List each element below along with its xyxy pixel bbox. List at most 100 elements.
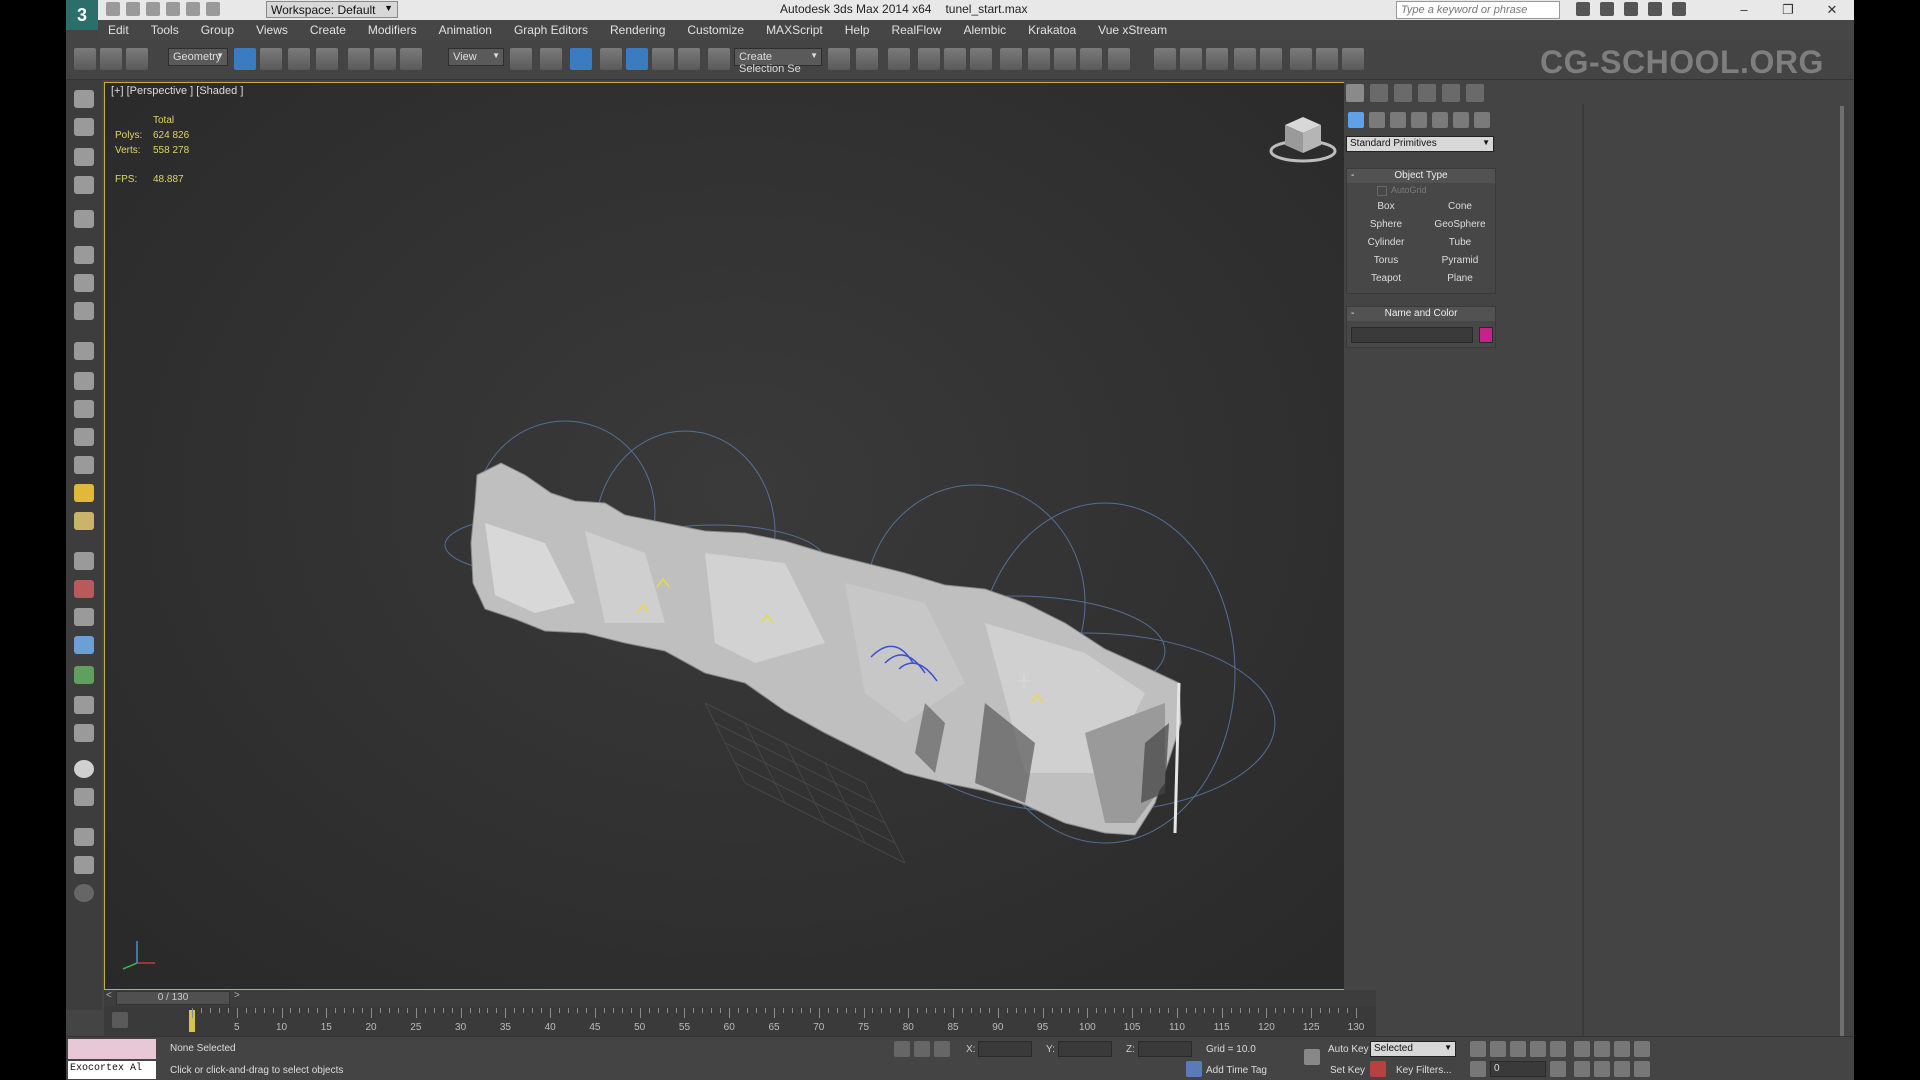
strip-tool-2-icon[interactable]	[74, 118, 94, 136]
cylinder-button[interactable]: Cylinder	[1351, 235, 1421, 251]
menu-alembic[interactable]: Alembic	[953, 23, 1018, 37]
teapot-button[interactable]: Teapot	[1351, 271, 1421, 287]
plant-icon[interactable]	[74, 666, 94, 684]
menu-krakatoa[interactable]: Krakatoa	[1018, 23, 1088, 37]
strip-tool-5-icon[interactable]	[74, 210, 94, 228]
align-icon[interactable]	[856, 48, 878, 70]
menu-animation[interactable]: Animation	[429, 23, 504, 37]
zoom-all-icon[interactable]	[1594, 1041, 1610, 1057]
menu-help[interactable]: Help	[835, 23, 882, 37]
search-input[interactable]: Type a keyword or phrase	[1396, 1, 1560, 19]
panel-scrollbar[interactable]	[1840, 106, 1844, 1056]
project-folder-icon[interactable]	[206, 2, 220, 16]
strip-tool-13-icon[interactable]	[74, 456, 94, 474]
menu-create[interactable]: Create	[300, 23, 358, 37]
reference-coordinate-dropdown[interactable]: View ▼	[448, 48, 504, 66]
globe-icon[interactable]	[74, 636, 94, 654]
new-file-icon[interactable]	[106, 2, 120, 16]
menu-modifiers[interactable]: Modifiers	[358, 23, 429, 37]
track-bar[interactable]: 5 10 15 20 25 30 35 40 45 50 55 60 65 70 75 80 85 90 95 100…	[104, 1006, 1376, 1036]
keyboard-shortcut-override-icon[interactable]	[570, 48, 592, 70]
lock-selection-icon[interactable]	[914, 1041, 930, 1057]
maxscript-listener-input[interactable]: Exocortex Al	[68, 1061, 156, 1079]
menu-customize[interactable]: Customize	[677, 23, 756, 37]
percent-snap-icon[interactable]	[652, 48, 674, 70]
plugin-tool-7-icon[interactable]	[1316, 48, 1338, 70]
menu-tools[interactable]: Tools	[141, 23, 191, 37]
light-bulb-icon[interactable]	[74, 484, 94, 502]
motion-tab-icon[interactable]	[1418, 84, 1436, 102]
select-object-icon[interactable]	[234, 48, 256, 70]
strip-tool-3-icon[interactable]	[74, 148, 94, 166]
modify-tab-icon[interactable]	[1370, 84, 1388, 102]
strip-tool-17-icon[interactable]	[74, 724, 94, 742]
select-manipulate-icon[interactable]	[540, 48, 562, 70]
render-setup-icon[interactable]	[1028, 48, 1050, 70]
plugin-tool-2-icon[interactable]	[1180, 48, 1202, 70]
strip-tool-10-icon[interactable]	[74, 372, 94, 390]
mirror-icon[interactable]	[828, 48, 850, 70]
strip-tool-7-icon[interactable]	[74, 274, 94, 292]
spinner-snap-icon[interactable]	[678, 48, 700, 70]
plugin-tool-6-icon[interactable]	[1290, 48, 1312, 70]
menu-graph-editors[interactable]: Graph Editors	[504, 23, 600, 37]
plugin-tool-8-icon[interactable]	[1342, 48, 1364, 70]
perspective-viewport[interactable]: [+] [Perspective ] [Shaded ] Total Polys…	[104, 82, 1376, 990]
open-file-icon[interactable]	[126, 2, 140, 16]
helpers-icon[interactable]	[1432, 112, 1448, 128]
graphite-ribbon-icon[interactable]	[918, 48, 940, 70]
layer-manager-icon[interactable]	[888, 48, 910, 70]
zoom-icon[interactable]	[1574, 1041, 1590, 1057]
hierarchy-tab-icon[interactable]	[1394, 84, 1412, 102]
strip-tool-8-icon[interactable]	[74, 302, 94, 320]
help-icon[interactable]	[1672, 2, 1686, 16]
isolate-selection-icon[interactable]	[894, 1041, 910, 1057]
link-icon[interactable]	[74, 48, 96, 70]
pan-view-icon[interactable]	[1594, 1061, 1610, 1077]
autogrid-checkbox[interactable]	[1377, 185, 1387, 196]
key-filters-button[interactable]: Key Filters...	[1396, 1065, 1452, 1076]
strip-tool-6-icon[interactable]	[74, 246, 94, 264]
minimize-button[interactable]: –	[1722, 0, 1766, 20]
sphere-button[interactable]: Sphere	[1351, 217, 1421, 233]
next-frame-icon[interactable]	[1530, 1041, 1546, 1057]
pyramid-button[interactable]: Pyramid	[1425, 253, 1495, 269]
pivot-center-icon[interactable]	[510, 48, 532, 70]
unlink-icon[interactable]	[100, 48, 122, 70]
angle-snap-icon[interactable]	[626, 48, 648, 70]
previous-frame-icon[interactable]	[1490, 1041, 1506, 1057]
scene-geometry[interactable]	[105, 83, 1376, 990]
restore-button[interactable]: ❐	[1766, 0, 1810, 20]
bind-space-warp-icon[interactable]	[126, 48, 148, 70]
selection-filter-dropdown[interactable]: Geometry ▼	[168, 48, 228, 66]
plugin-tool-5-icon[interactable]	[1260, 48, 1282, 70]
strip-tool-11-icon[interactable]	[74, 400, 94, 418]
plugin-tool-1-icon[interactable]	[1154, 48, 1176, 70]
geosphere-button[interactable]: GeoSphere	[1425, 217, 1495, 233]
object-type-header[interactable]: - Object Type	[1347, 169, 1495, 183]
key-mode-toggle-icon[interactable]	[1470, 1061, 1486, 1077]
go-to-end-icon[interactable]	[1550, 1041, 1566, 1057]
absolute-mode-icon[interactable]	[934, 1041, 950, 1057]
shapes-icon[interactable]	[1369, 112, 1385, 128]
set-key-button[interactable]: Set Key	[1330, 1065, 1365, 1076]
utilities-tab-icon[interactable]	[1466, 84, 1484, 102]
rectangular-selection-icon[interactable]	[288, 48, 310, 70]
object-name-field[interactable]	[1351, 327, 1473, 343]
select-by-name-icon[interactable]	[260, 48, 282, 70]
geometry-icon[interactable]	[1348, 112, 1364, 128]
key-mode-dropdown[interactable]: Selected ▼	[1370, 1041, 1456, 1057]
time-slider-prev-icon[interactable]: <	[106, 990, 112, 1001]
current-frame-spinner[interactable]: 0	[1490, 1061, 1546, 1077]
cameras-icon[interactable]	[1411, 112, 1427, 128]
time-slider-handle[interactable]: 0 / 130	[116, 991, 230, 1005]
scale-icon[interactable]	[400, 48, 422, 70]
menu-maxscript[interactable]: MAXScript	[756, 23, 835, 37]
time-slider-next-icon[interactable]: >	[234, 990, 240, 1001]
strip-tool-19-icon[interactable]	[74, 828, 94, 846]
rotate-icon[interactable]	[374, 48, 396, 70]
space-warps-icon[interactable]	[1453, 112, 1469, 128]
menu-views[interactable]: Views	[246, 23, 300, 37]
z-coord-field[interactable]	[1138, 1041, 1192, 1057]
strip-tool-12-icon[interactable]	[74, 428, 94, 446]
